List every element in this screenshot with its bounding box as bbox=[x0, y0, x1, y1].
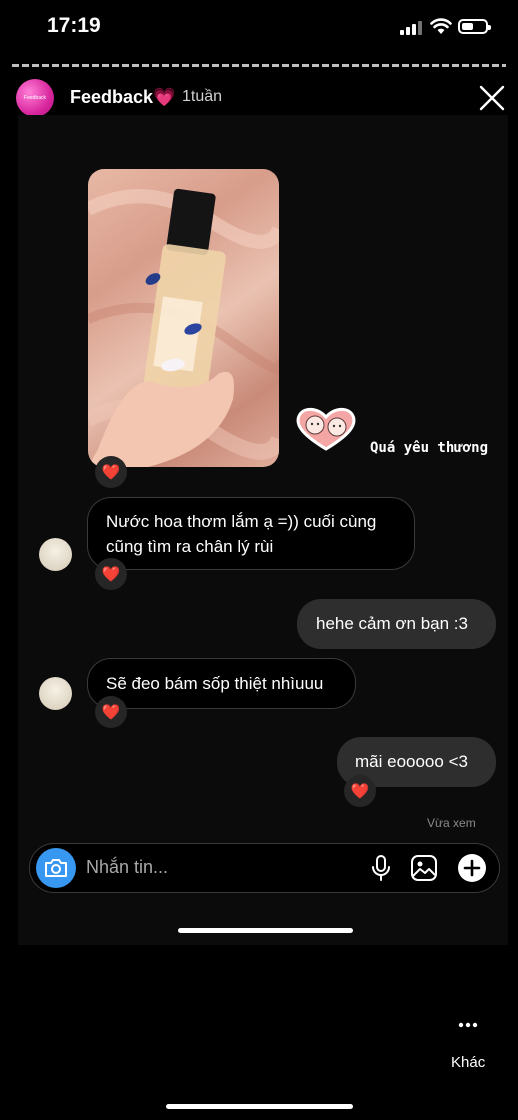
avatar-text: Feedback bbox=[24, 95, 46, 101]
heart-reaction-icon: ❤️ bbox=[95, 456, 127, 488]
seen-status: Vừa xem bbox=[427, 816, 476, 830]
image-icon bbox=[411, 855, 437, 881]
screenshot-home-indicator bbox=[178, 928, 353, 933]
sender-avatar bbox=[39, 677, 72, 710]
wifi-icon bbox=[430, 18, 452, 34]
sticker-caption: Quá yêu thương bbox=[370, 440, 489, 456]
heart-reaction-icon: ❤️ bbox=[344, 775, 376, 807]
more-options-label[interactable]: Khác bbox=[451, 1054, 485, 1071]
outgoing-message[interactable]: hehe cảm ơn bạn :3 bbox=[297, 599, 496, 649]
sender-avatar bbox=[39, 538, 72, 571]
camera-icon bbox=[45, 859, 67, 877]
incoming-message[interactable]: Sẽ đeo bám sốp thiệt nhìuuu bbox=[87, 658, 356, 709]
gallery-button[interactable] bbox=[409, 853, 439, 883]
message-input[interactable]: Nhắn tin... bbox=[86, 857, 168, 878]
status-time: 17:19 bbox=[47, 14, 101, 37]
plus-circle-icon bbox=[458, 854, 486, 882]
battery-icon bbox=[458, 19, 491, 34]
heart-reaction-icon: ❤️ bbox=[95, 696, 127, 728]
account-name[interactable]: Feedback💗 bbox=[70, 87, 175, 108]
close-icon[interactable] bbox=[478, 84, 506, 112]
cellular-signal-icon bbox=[400, 21, 422, 35]
perfume-bottle-image bbox=[88, 188, 279, 467]
heart-reaction-icon: ❤️ bbox=[95, 558, 127, 590]
more-options-icon[interactable] bbox=[458, 1020, 478, 1030]
shared-photo[interactable] bbox=[88, 169, 279, 467]
add-button[interactable] bbox=[457, 853, 487, 883]
story-progress-bar bbox=[12, 64, 506, 67]
home-indicator[interactable] bbox=[166, 1104, 353, 1109]
microphone-button[interactable] bbox=[366, 853, 396, 883]
story-age: 1tuần bbox=[182, 88, 223, 105]
incoming-message[interactable]: Nước hoa thơm lắm ạ =)) cuối cùng cũng t… bbox=[87, 497, 415, 570]
bear-hug-sticker-icon bbox=[296, 407, 356, 451]
camera-button[interactable] bbox=[36, 848, 76, 888]
account-avatar[interactable]: Feedback bbox=[16, 79, 54, 117]
microphone-icon bbox=[372, 855, 390, 881]
